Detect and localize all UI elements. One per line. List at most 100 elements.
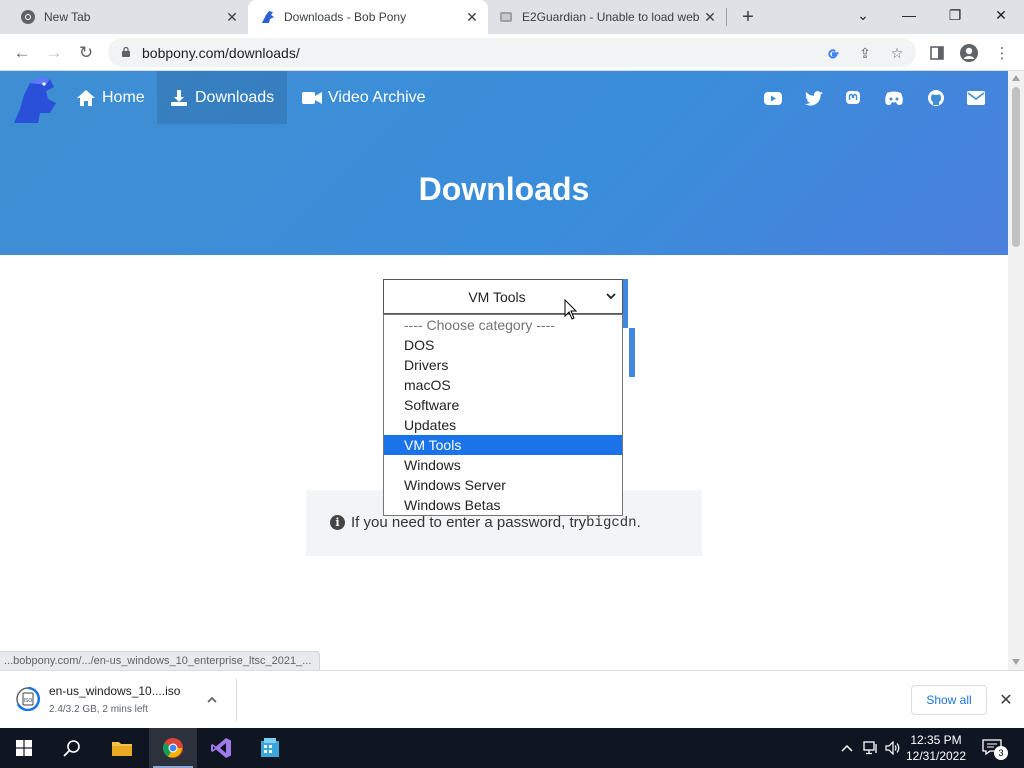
windows-taskbar: 12:35 PM 12/31/2022 3 — [0, 728, 1024, 768]
button-edge — [629, 328, 635, 377]
dropdown-option[interactable]: Windows — [384, 455, 622, 475]
info-code: bigcdn — [586, 514, 637, 531]
mouse-cursor-icon — [564, 299, 578, 320]
side-panel-icon[interactable] — [924, 40, 950, 66]
new-tab-button[interactable]: + — [737, 6, 759, 28]
tab-downloads-bob-pony[interactable]: Downloads - Bob Pony ✕ — [248, 0, 488, 34]
info-suffix: . — [636, 514, 641, 531]
close-icon[interactable]: ✕ — [224, 9, 240, 25]
visual-studio-icon[interactable] — [197, 728, 245, 768]
restore-icon[interactable]: ❐ — [932, 0, 978, 30]
youtube-icon[interactable] — [762, 87, 784, 109]
tab-e2guardian[interactable]: E2Guardian - Unable to load web ✕ — [488, 0, 726, 34]
file-explorer-icon[interactable] — [98, 728, 146, 768]
download-shelf: ISO en-us_windows_10....iso 2.4/3.2 GB, … — [0, 670, 1024, 728]
google-icon[interactable] — [824, 44, 842, 62]
dropdown-option-selected[interactable]: VM Tools — [384, 435, 622, 455]
bobpony-favicon — [260, 9, 276, 25]
page-scrollbar[interactable] — [1008, 71, 1024, 670]
page-title: Downloads — [418, 171, 590, 207]
close-icon[interactable]: ✕ — [464, 9, 480, 25]
twitter-icon[interactable] — [803, 87, 825, 109]
share-icon[interactable]: ⇪ — [856, 44, 874, 62]
clock-time: 12:35 PM — [910, 733, 962, 747]
tab-separator — [726, 8, 727, 26]
scroll-down-arrow-icon[interactable] — [1012, 659, 1020, 665]
mastodon-icon[interactable] — [842, 87, 864, 109]
show-all-button[interactable]: Show all — [911, 685, 987, 715]
dropdown-option[interactable]: Updates — [384, 415, 622, 435]
dropdown-option[interactable]: DOS — [384, 335, 622, 355]
nav-downloads[interactable]: Downloads — [157, 71, 287, 124]
iso-file-icon[interactable]: ISO — [16, 687, 40, 711]
dropdown-option[interactable]: macOS — [384, 375, 622, 395]
home-icon — [76, 89, 96, 107]
window-close-icon[interactable]: ✕ — [978, 0, 1024, 30]
page-viewport: Home Downloads Video Archive Downloads V… — [0, 71, 1008, 670]
category-select[interactable]: VM Tools — [383, 279, 623, 314]
shelf-divider — [236, 679, 237, 721]
scroll-up-arrow-icon[interactable] — [1012, 75, 1020, 81]
email-icon[interactable] — [965, 87, 987, 109]
bookmark-star-icon[interactable]: ☆ — [888, 44, 906, 62]
nav-label: Video Archive — [328, 88, 426, 106]
profile-avatar-icon[interactable] — [956, 40, 982, 66]
info-icon: i — [330, 515, 345, 530]
lock-icon[interactable] — [120, 46, 132, 58]
minimize-icon[interactable]: — — [886, 0, 932, 30]
forward-arrow-icon[interactable]: → — [41, 40, 67, 66]
windows-start-icon[interactable] — [0, 728, 48, 768]
volume-icon[interactable] — [884, 740, 902, 756]
url-text[interactable]: bobpony.com/downloads/ — [142, 45, 300, 61]
discord-icon[interactable] — [883, 87, 905, 109]
dropdown-option[interactable]: Software — [384, 395, 622, 415]
dropdown-option[interactable]: Drivers — [384, 355, 622, 375]
bobpony-logo[interactable] — [10, 73, 62, 125]
chrome-icon[interactable] — [149, 728, 197, 768]
chrome-icon — [20, 9, 36, 25]
dropdown-option[interactable]: Windows Server — [384, 475, 622, 495]
app-icon[interactable] — [246, 728, 294, 768]
tab-strip: New Tab ✕ Downloads - Bob Pony ✕ E2Guard… — [0, 0, 1024, 34]
browser-toolbar: ← → ↻ bobpony.com/downloads/ ⇪ ☆ ⋮ — [0, 34, 1024, 71]
download-status: 2.4/3.2 GB, 2 mins left — [49, 704, 148, 715]
e2guardian-favicon — [498, 9, 514, 25]
info-message: i If you need to enter a password, try b… — [330, 514, 641, 531]
reload-icon[interactable]: ↻ — [73, 40, 99, 66]
search-icon[interactable] — [48, 728, 96, 768]
close-icon[interactable]: ✕ — [702, 9, 718, 25]
download-file-name[interactable]: en-us_windows_10....iso — [49, 684, 180, 698]
clock-date: 12/31/2022 — [905, 749, 967, 763]
info-prefix: If you need to enter a password, try — [351, 514, 587, 531]
svg-text:ISO: ISO — [24, 698, 33, 704]
github-icon[interactable] — [925, 87, 947, 109]
chevron-down-icon — [606, 289, 616, 303]
tab-title: E2Guardian - Unable to load web — [522, 10, 700, 24]
nav-home[interactable]: Home — [64, 71, 157, 124]
kebab-menu-icon[interactable]: ⋮ — [989, 40, 1015, 66]
dropdown-option[interactable]: Windows Betas — [384, 495, 622, 515]
hero-banner: Home Downloads Video Archive Downloads — [0, 71, 1008, 255]
status-bar-url: ...bobpony.com/.../en-us_windows_10_ente… — [0, 651, 321, 670]
tab-search-chevron-icon[interactable]: ⌄ — [840, 0, 886, 30]
taskbar-clock[interactable]: 12:35 PM 12/31/2022 — [904, 732, 968, 764]
site-navbar: Home Downloads Video Archive — [0, 71, 1008, 124]
nav-label: Home — [102, 88, 145, 106]
category-dropdown-list[interactable]: ---- Choose category ---- DOS Drivers ma… — [383, 314, 623, 516]
chevron-up-icon[interactable] — [204, 691, 220, 707]
notification-count-badge: 3 — [994, 746, 1008, 760]
nav-label: Downloads — [195, 88, 275, 106]
tab-new-tab[interactable]: New Tab ✕ — [0, 0, 248, 34]
notification-icon[interactable]: 3 — [982, 739, 1008, 760]
close-icon[interactable]: ✕ — [996, 690, 1016, 710]
dropdown-option[interactable]: ---- Choose category ---- — [384, 315, 622, 335]
tab-title: New Tab — [44, 10, 91, 24]
nav-video-archive[interactable]: Video Archive — [290, 71, 438, 124]
address-bar[interactable]: bobpony.com/downloads/ ⇪ ☆ — [108, 38, 916, 67]
network-icon[interactable] — [862, 740, 880, 756]
scrollbar-thumb[interactable] — [1012, 87, 1020, 247]
download-icon — [169, 89, 189, 107]
back-arrow-icon[interactable]: ← — [9, 40, 35, 66]
video-camera-icon — [302, 89, 322, 107]
chevron-up-icon[interactable] — [838, 740, 856, 756]
